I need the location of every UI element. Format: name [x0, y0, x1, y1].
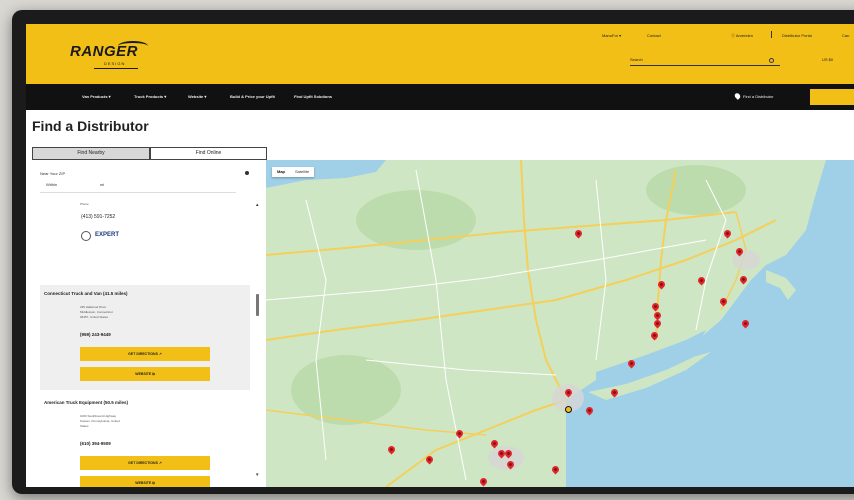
address-line: Middletown, Connecticut: [80, 310, 113, 314]
distributor-name[interactable]: Connecticut Truck and Van (41.5 miles): [44, 291, 128, 296]
map-type-control[interactable]: Map Satellite: [272, 167, 315, 177]
logo-underline: [94, 68, 138, 69]
logo-text: RANGER: [70, 43, 139, 60]
divider: [40, 192, 236, 193]
utility-link-cut[interactable]: Can: [842, 33, 849, 38]
brand-name: EXPERT: [95, 232, 120, 238]
nav-item-van-products[interactable]: Van Products ▾: [82, 94, 111, 99]
brand-badge: EXPERT: [81, 230, 129, 242]
nav-item-find-solutions[interactable]: Find Upfit Solutions: [294, 94, 332, 99]
nav-item-website[interactable]: Website ▾: [188, 94, 206, 99]
search-placeholder: Search: [630, 57, 643, 62]
address-line: Sussex, Pennsylvania, United: [80, 419, 120, 423]
contact-link[interactable]: Contact: [647, 33, 661, 38]
utility-divider: [771, 31, 772, 38]
address-line: 06457, United States: [80, 315, 109, 319]
map-tab-satellite[interactable]: Satellite: [290, 167, 314, 177]
nav-item-truck-products[interactable]: Truck Products ▾: [134, 94, 166, 99]
list-scrollbar-thumb[interactable]: [256, 294, 259, 316]
distributor-portal-link[interactable]: Distributor Portal: [782, 33, 812, 38]
forest-area: [646, 165, 746, 215]
website-button[interactable]: WEBSITE ⧉: [80, 367, 210, 381]
scroll-down-arrow-icon[interactable]: ▾: [256, 472, 259, 478]
nav-item-build-price[interactable]: Build & Price your Upfit: [230, 94, 275, 99]
address-line: States: [80, 424, 89, 428]
tab-find-nearby[interactable]: Find Nearby: [32, 147, 150, 160]
near-zip-filter[interactable]: Near Your ZIP: [40, 171, 65, 176]
main-nav: Van Products ▾ Truck Products ▾ Website …: [26, 84, 854, 110]
site-header: RANGER DESIGN ManuFor ▾ Contact Ⓘ Amerid…: [26, 24, 854, 84]
entry-label: Phone: [80, 202, 89, 206]
locate-me-icon[interactable]: [245, 171, 249, 175]
nav-cta-button[interactable]: [810, 89, 854, 105]
utility-menu-link[interactable]: ManuFor ▾: [602, 33, 621, 38]
tab-find-online[interactable]: Find Online: [150, 147, 267, 160]
distributor-card[interactable]: Connecticut Truck and Van (41.5 miles) 2…: [40, 285, 250, 390]
address-line: 1063 Southbound Highway: [80, 414, 117, 418]
entry-phone[interactable]: (413) 591-7252: [81, 214, 115, 220]
distributor-phone[interactable]: (610) 394-9509: [80, 441, 111, 446]
ranger-logo[interactable]: RANGER DESIGN: [70, 41, 156, 71]
within-distance-select[interactable]: Within: [46, 182, 57, 187]
website-button[interactable]: WEBSITE ⧉: [80, 476, 210, 487]
brand-circle-icon: [81, 231, 91, 241]
language-selector[interactable]: Ⓘ Ameriden: [731, 33, 753, 39]
search-input[interactable]: Search: [630, 57, 780, 66]
current-location-marker[interactable]: [565, 406, 572, 413]
distributor-name[interactable]: American Truck Equipment (50.5 miles): [44, 400, 128, 405]
page-title: Find a Distributor: [32, 118, 149, 134]
search-icon[interactable]: [769, 58, 774, 63]
find-distributor-link[interactable]: Find a Distributor: [743, 94, 773, 99]
logo-subtext: DESIGN: [104, 61, 126, 66]
get-directions-button[interactable]: GET DIRECTIONS ↗: [80, 347, 210, 361]
distributor-list: Near Your ZIP Within mi Phone ▴ (413) 59…: [26, 162, 266, 487]
location-pin-icon: [733, 92, 742, 100]
distributor-phone[interactable]: (959) 243-9449: [80, 332, 111, 337]
distance-unit: mi: [100, 182, 105, 187]
address-line: 235 Hallwood Drive: [80, 305, 107, 309]
browser-screen: RANGER DESIGN ManuFor ▾ Contact Ⓘ Amerid…: [26, 24, 854, 487]
get-directions-button[interactable]: GET DIRECTIONS ↗: [80, 456, 210, 470]
cart-total[interactable]: US $0: [822, 57, 833, 62]
map-canvas[interactable]: [266, 160, 854, 487]
map-tab-map[interactable]: Map: [272, 167, 290, 177]
distributor-map[interactable]: Map Satellite: [266, 160, 854, 487]
distributor-card[interactable]: American Truck Equipment (50.5 miles) 10…: [40, 394, 250, 487]
scroll-up-arrow-icon[interactable]: ▴: [256, 202, 259, 208]
